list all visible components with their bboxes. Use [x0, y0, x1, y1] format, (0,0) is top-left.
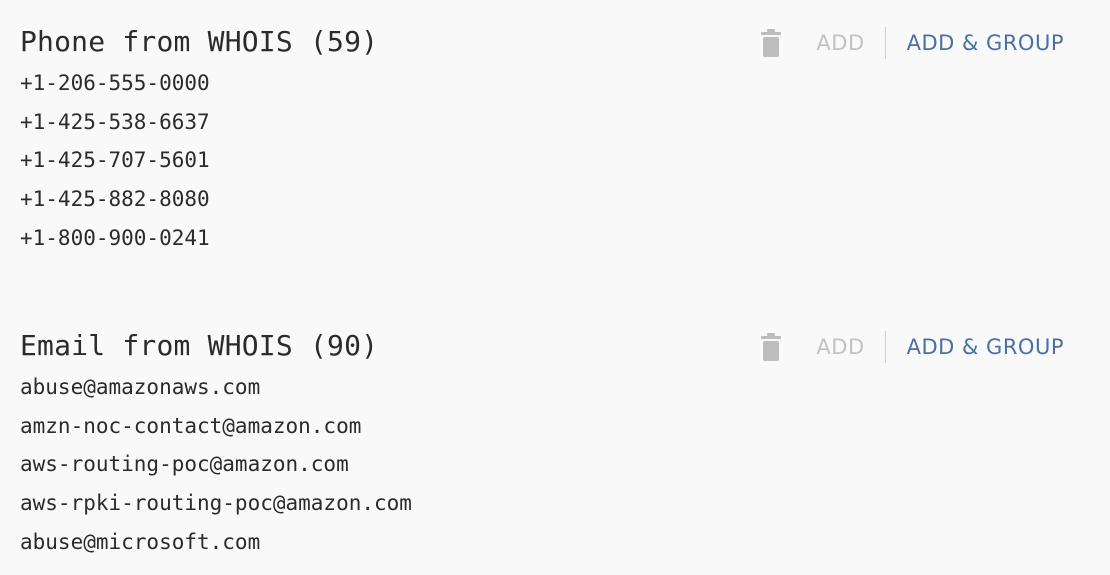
email-section: Email from WHOIS (90) ADD ADD & GROUP ab… [20, 326, 1090, 559]
add-and-group-button[interactable]: ADD & GROUP [907, 31, 1064, 55]
trash-icon[interactable] [760, 332, 782, 362]
divider [884, 27, 886, 59]
list-item: aws-rpki-routing-poc@amazon.com [20, 491, 412, 516]
list-item: abuse@microsoft.com [20, 529, 261, 554]
add-button[interactable]: ADD [816, 31, 864, 55]
list-item: abuse@amazonaws.com [20, 375, 261, 399]
add-and-group-button[interactable]: ADD & GROUP [907, 335, 1064, 359]
section-actions: ADD ADD & GROUP [760, 26, 1064, 60]
section-header: Phone from WHOIS (59) ADD ADD & GROUP [20, 22, 1090, 62]
list-item: +1-425-882-8080 [20, 187, 210, 212]
list-item: +1-206-555-0000 [20, 71, 210, 95]
add-button[interactable]: ADD [816, 335, 864, 359]
section-header: Email from WHOIS (90) ADD ADD & GROUP [20, 326, 1090, 366]
email-list: abuse@amazonaws.com amzn-noc-contact@ama… [20, 368, 1090, 561]
phone-section: Phone from WHOIS (59) ADD ADD & GROUP +1… [20, 22, 1090, 255]
list-item: +1-800-900-0241 [20, 225, 210, 250]
list-item: aws-routing-poc@amazon.com [20, 452, 349, 477]
list-item: amzn-noc-contact@amazon.com [20, 413, 362, 438]
list-item: +1-425-707-5601 [20, 148, 210, 173]
list-item: +1-425-538-6637 [20, 109, 210, 134]
trash-icon[interactable] [760, 28, 782, 58]
section-title: Phone from WHOIS (59) [20, 25, 379, 58]
section-title: Email from WHOIS (90) [20, 329, 379, 362]
section-actions: ADD ADD & GROUP [760, 330, 1064, 364]
phone-list: +1-206-555-0000 +1-425-538-6637 +1-425-7… [20, 64, 1090, 257]
divider [884, 331, 886, 363]
